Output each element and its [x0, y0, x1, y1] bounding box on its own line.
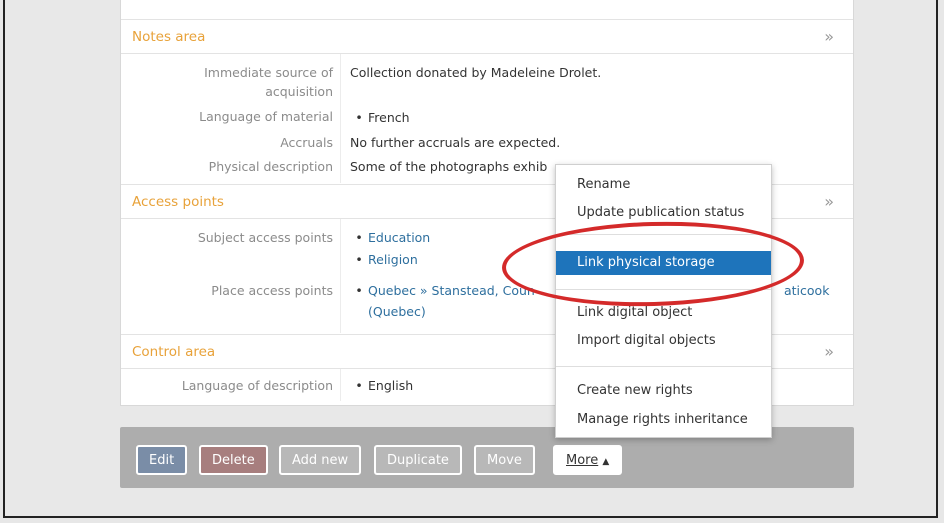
field-label-language-material: Language of material [199, 109, 333, 124]
field-label-language-description: Language of description [181, 378, 333, 393]
language-material-text: French [368, 110, 410, 125]
column-divider [340, 219, 341, 333]
menu-separator [556, 234, 771, 235]
subject-link-education[interactable]: • Education [350, 228, 430, 248]
menu-separator [556, 366, 771, 367]
subject-link-text[interactable]: Religion [368, 252, 418, 267]
field-label-subject-access: Subject access points [197, 230, 333, 245]
access-points-title: Access points [132, 194, 224, 210]
menu-item-import-digital-objects[interactable]: Import digital objects [577, 331, 716, 351]
more-label: More [566, 453, 599, 468]
subject-link-religion[interactable]: • Religion [350, 250, 418, 270]
subject-link-text[interactable]: Education [368, 230, 430, 245]
caret-up-icon: ▲ [602, 457, 610, 467]
place-link-quebec[interactable]: • Quebec » Stanstead, Coun [350, 281, 535, 301]
menu-separator [556, 289, 771, 290]
place-link-quebec-line2[interactable]: (Quebec) [368, 302, 426, 322]
menu-item-rename[interactable]: Rename [577, 175, 630, 195]
place-link-coaticook[interactable]: aticook [784, 281, 829, 301]
bullet-icon: • [355, 230, 363, 245]
bullet-icon: • [355, 283, 363, 298]
notes-area-title: Notes area [132, 29, 206, 45]
control-area-title: Control area [132, 344, 216, 360]
field-value-language-description: • English [350, 376, 413, 396]
menu-item-link-digital-object[interactable]: Link digital object [577, 303, 692, 323]
field-label-physical-description: Physical description [208, 159, 333, 174]
move-button[interactable]: Move [474, 445, 535, 475]
menu-item-manage-rights-inheritance[interactable]: Manage rights inheritance [577, 410, 748, 430]
column-divider [340, 369, 341, 401]
menu-item-create-new-rights[interactable]: Create new rights [577, 381, 693, 401]
field-value-immediate-source: Collection donated by Madeleine Drolet. [350, 65, 602, 80]
add-new-button[interactable]: Add new [279, 445, 362, 475]
more-dropdown-menu: Rename Update publication status Link ph… [555, 164, 772, 438]
more-button[interactable]: More ▲ [553, 445, 623, 475]
field-value-accruals: No further accruals are expected. [350, 135, 561, 150]
chevron-right-icon[interactable]: » [824, 27, 834, 46]
duplicate-button[interactable]: Duplicate [374, 445, 462, 475]
chevron-right-icon[interactable]: » [824, 342, 834, 361]
field-value-language-material: • French [350, 108, 410, 128]
field-label-accruals: Accruals [280, 135, 333, 150]
bullet-icon: • [355, 110, 363, 125]
field-label-place-access: Place access points [211, 283, 333, 298]
bullet-icon: • [355, 252, 363, 267]
menu-item-link-physical-storage[interactable]: Link physical storage [556, 251, 771, 275]
language-description-text: English [368, 378, 414, 393]
menu-item-update-publication-status[interactable]: Update publication status [577, 203, 744, 223]
field-label-immediate-source: Immediate source of acquisition [204, 65, 333, 99]
field-value-physical-description: Some of the photographs exhib [350, 159, 548, 174]
chevron-right-icon[interactable]: » [824, 192, 834, 211]
notes-area-header[interactable]: Notes area » [121, 19, 853, 54]
column-divider [340, 54, 341, 183]
bullet-icon: • [355, 378, 363, 393]
delete-button[interactable]: Delete [199, 445, 268, 475]
place-link-text[interactable]: Quebec » Stanstead, Coun [368, 283, 535, 298]
edit-button[interactable]: Edit [136, 445, 188, 475]
